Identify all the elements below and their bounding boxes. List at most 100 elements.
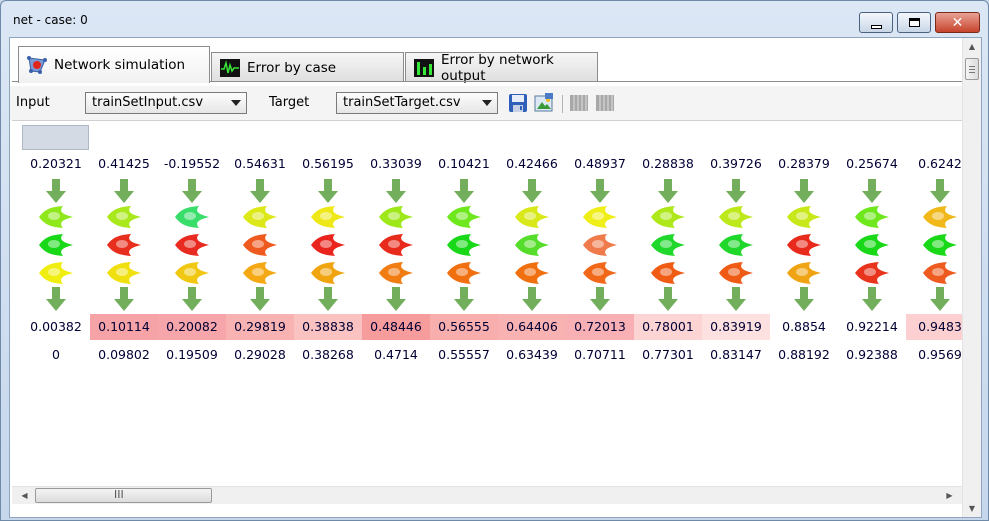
tab-error-by-network-output[interactable]: Error by network output	[405, 51, 598, 84]
horizontal-scroll-thumb[interactable]: III	[35, 488, 212, 503]
tab-network-simulation[interactable]: Network simulation	[18, 46, 210, 83]
arrow-down-icon	[930, 179, 950, 203]
maximize-button[interactable]	[897, 12, 931, 33]
neuron-icon	[651, 234, 685, 256]
scroll-up-icon[interactable]: ▲	[963, 38, 981, 55]
scroll-left-icon[interactable]: ◀	[16, 487, 33, 504]
output-value[interactable]: 0.56555	[430, 314, 498, 340]
input-value: 0.20321	[30, 156, 82, 171]
neuron-icon	[175, 262, 209, 284]
target-value: 0.55557	[438, 347, 490, 362]
target-value: 0.92388	[846, 347, 898, 362]
title-bar[interactable]: net - case: 0 ✕	[1, 1, 988, 35]
target-label: Target	[269, 95, 310, 110]
network-icon	[27, 56, 47, 74]
case-column: 0.10421 0.56555 0.55557	[430, 121, 498, 486]
neuron-icon	[855, 262, 889, 284]
maximize-icon	[908, 18, 920, 27]
output-value[interactable]: 0.20082	[158, 314, 226, 340]
grid-icon[interactable]	[569, 93, 589, 113]
scroll-right-icon[interactable]: ▶	[941, 487, 958, 504]
neuron-icon	[175, 234, 209, 256]
output-value[interactable]: 0.00382	[22, 314, 90, 340]
vertical-scrollbar[interactable]: ▲ ▼	[962, 38, 981, 517]
output-value[interactable]: 0.64406	[498, 314, 566, 340]
output-value[interactable]: 0.48446	[362, 314, 430, 340]
target-file-select[interactable]: trainSetTarget.csv	[336, 92, 498, 114]
save-icon[interactable]	[508, 93, 528, 113]
app-window: net - case: 0 ✕ Network simulation Error…	[0, 0, 989, 521]
neuron-icon	[855, 234, 889, 256]
arrow-down-icon	[454, 179, 474, 203]
grip-line	[969, 72, 975, 73]
neuron-icon	[583, 206, 617, 228]
input-label: Input	[16, 95, 50, 110]
neuron-icon	[719, 206, 753, 228]
arrow-down-icon	[114, 179, 134, 203]
neuron-icon	[39, 234, 73, 256]
output-value[interactable]: 0.78001	[634, 314, 702, 340]
arrow-down-icon	[794, 287, 814, 311]
output-value[interactable]: 0.38838	[294, 314, 362, 340]
arrow-down-icon	[318, 287, 338, 311]
arrow-down-icon	[590, 179, 610, 203]
minimize-button[interactable]	[859, 12, 893, 33]
input-value: 0.33039	[370, 156, 422, 171]
input-value: 0.25674	[846, 156, 898, 171]
close-button[interactable]: ✕	[935, 12, 980, 33]
case-column: 0.25674 0.92214 0.92388	[838, 121, 906, 486]
horizontal-scrollbar[interactable]: ◀ III ▶	[12, 486, 962, 504]
arrow-down-icon	[658, 179, 678, 203]
neuron-icon	[447, 206, 481, 228]
output-value[interactable]: 0.10114	[90, 314, 158, 340]
input-value: 0.6242	[918, 156, 962, 171]
output-value[interactable]: 0.9483	[906, 314, 962, 340]
target-value: 0.63439	[506, 347, 558, 362]
bar-meter-icon	[414, 58, 434, 77]
case-column: 0.48937 0.72013 0.70711	[566, 121, 634, 486]
vertical-scroll-thumb[interactable]	[965, 58, 979, 80]
grid-alt-icon[interactable]	[595, 93, 615, 113]
target-value: 0	[52, 347, 60, 362]
neuron-icon	[379, 262, 413, 284]
output-value[interactable]: 0.8854	[770, 314, 838, 340]
tab-error-by-case[interactable]: Error by case	[211, 52, 404, 82]
tab-strip: Network simulation Error by case Error b…	[18, 46, 958, 84]
arrow-down-icon	[182, 287, 202, 311]
neuron-icon	[243, 206, 277, 228]
target-file-value: trainSetTarget.csv	[343, 95, 461, 110]
neuron-icon	[311, 206, 345, 228]
image-export-icon[interactable]	[534, 93, 554, 113]
neuron-icon	[447, 262, 481, 284]
neuron-icon	[515, 262, 549, 284]
case-column: -0.19552 0.20082 0.19509	[158, 121, 226, 486]
input-file-value: trainSetInput.csv	[92, 95, 204, 110]
neuron-icon	[311, 234, 345, 256]
neuron-icon	[515, 234, 549, 256]
grip-line	[969, 69, 975, 70]
output-value[interactable]: 0.92214	[838, 314, 906, 340]
input-value: 0.28838	[642, 156, 694, 171]
neuron-icon	[107, 234, 141, 256]
minimize-icon	[870, 24, 882, 29]
output-value[interactable]: 0.72013	[566, 314, 634, 340]
arrow-down-icon	[46, 287, 66, 311]
neuron-icon	[379, 234, 413, 256]
output-value[interactable]: 0.29819	[226, 314, 294, 340]
arrow-down-icon	[318, 179, 338, 203]
arrow-down-icon	[658, 287, 678, 311]
neuron-icon	[719, 234, 753, 256]
input-value: 0.56195	[302, 156, 354, 171]
output-value[interactable]: 0.83919	[702, 314, 770, 340]
case-column: 0.54631 0.29819 0.29028	[226, 121, 294, 486]
neuron-icon	[583, 262, 617, 284]
window-title: net - case: 0	[13, 13, 88, 27]
arrow-down-icon	[930, 287, 950, 311]
tab-label: Error by network output	[441, 51, 554, 84]
chevron-down-icon	[482, 100, 492, 106]
scroll-down-icon[interactable]: ▼	[963, 500, 981, 517]
arrow-down-icon	[386, 287, 406, 311]
input-file-select[interactable]: trainSetInput.csv	[85, 92, 247, 114]
input-value: 0.10421	[438, 156, 490, 171]
arrow-down-icon	[726, 179, 746, 203]
